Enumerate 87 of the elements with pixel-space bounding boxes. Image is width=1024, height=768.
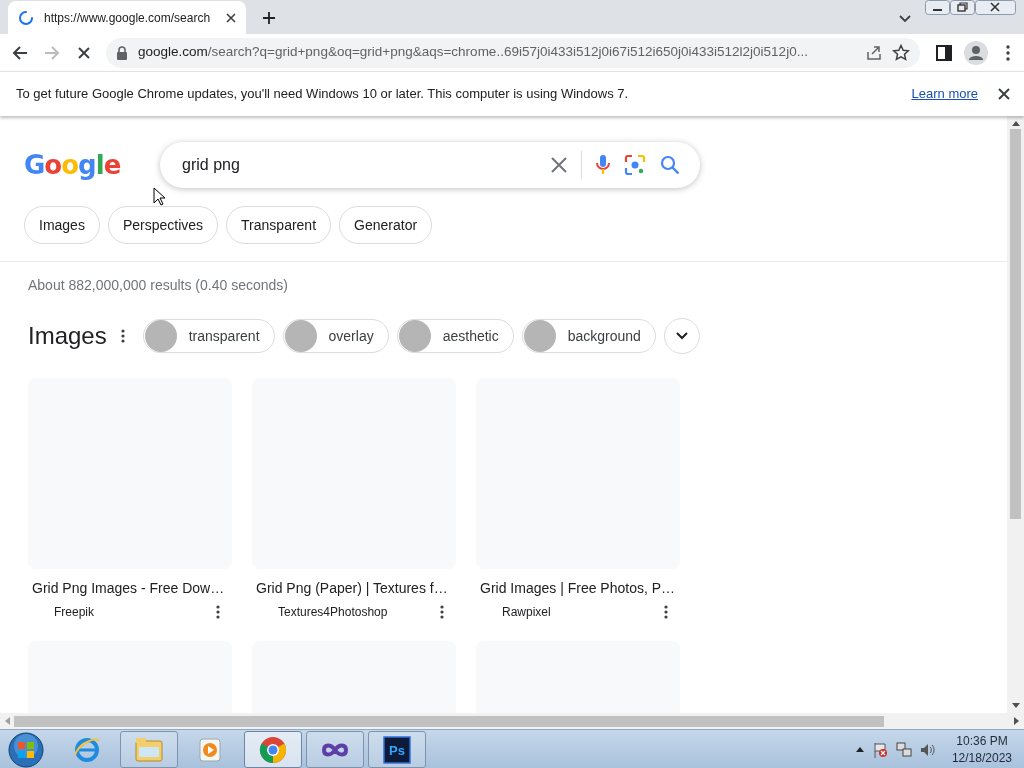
close-infobar-button[interactable]	[998, 88, 1010, 100]
new-tab-button[interactable]	[262, 11, 276, 25]
lock-icon	[116, 45, 128, 60]
camera-icon	[624, 154, 646, 176]
search-input[interactable]: grid png	[180, 152, 537, 178]
related-search-chip[interactable]: overlay	[282, 319, 389, 353]
taskbar-button[interactable]: Ps	[368, 731, 426, 768]
address-bar[interactable]: google.com/search?q=grid+png&oq=grid+png&aqs=chrome..69i57j0i433i512j0i67i512i650j0i433i512l2j0i512j0...	[106, 37, 920, 68]
chevron-down-icon	[675, 332, 688, 340]
result-stats: About 882,000,000 results (0.40 seconds)	[27, 276, 289, 295]
result-source: Rawpixel	[502, 604, 551, 621]
close-icon	[226, 12, 236, 23]
camera-search-button[interactable]	[624, 154, 646, 176]
star-icon	[892, 43, 910, 62]
clock-date: 12/18/2023	[951, 749, 1012, 766]
result-title[interactable]: Grid Png Images - Free Dow…	[32, 578, 228, 599]
flag-icon	[871, 741, 888, 758]
related-search-chip[interactable]: background	[521, 319, 656, 353]
side-panel-icon	[936, 44, 952, 61]
photoshop-icon: Ps	[382, 734, 412, 765]
close-icon	[551, 157, 567, 173]
learn-more-link[interactable]: Learn more	[911, 84, 978, 104]
close-tab-button[interactable]	[226, 12, 236, 23]
more-options-button[interactable]	[664, 605, 668, 619]
network-button[interactable]	[895, 741, 912, 758]
thumbnail-placeholder	[284, 320, 317, 352]
section-heading: Images	[28, 321, 107, 351]
expand-button[interactable]	[663, 318, 700, 354]
browser-tab[interactable]: https://www.google.com/search	[8, 1, 246, 34]
thumbnail-placeholder	[523, 320, 556, 352]
menu-button[interactable]	[1006, 44, 1010, 61]
show-hidden-icons-button[interactable]	[855, 747, 864, 752]
profile-button[interactable]	[964, 40, 988, 65]
thumbnail-placeholder	[398, 320, 431, 352]
kebab-icon	[440, 605, 444, 619]
network-icon	[895, 741, 912, 758]
plus-icon	[262, 11, 276, 25]
related-search-chip[interactable]: aesthetic	[396, 319, 514, 353]
filter-chip[interactable]: Transparent	[226, 206, 332, 244]
more-options-button[interactable]	[120, 329, 125, 343]
menu-icon	[1006, 44, 1010, 61]
thumbnail-placeholder	[144, 320, 177, 352]
google-logo[interactable]: Google	[24, 145, 160, 185]
person-icon	[964, 40, 988, 65]
more-options-button[interactable]	[216, 605, 220, 619]
result-title[interactable]: Grid Png (Paper) | Textures f…	[256, 578, 452, 599]
caret-up-icon	[855, 747, 864, 752]
url-text: google.com/search?q=grid+png&oq=grid+png&aqs=chrome..69i57j0i433i512j0i67i512i650j0i433i512l2j0i512j0...	[138, 43, 808, 62]
search-icon	[660, 155, 680, 175]
windows-logo-icon	[8, 731, 44, 768]
filter-chip[interactable]: Perspectives	[107, 206, 219, 244]
scroll-up-arrow-icon	[1011, 120, 1020, 126]
search-button[interactable]	[660, 155, 680, 175]
side-panel-button[interactable]	[936, 44, 952, 61]
scroll-right-arrow-icon	[1014, 717, 1020, 725]
chevron-down-icon	[899, 15, 911, 23]
restore-button[interactable]	[950, 0, 975, 15]
action-center-button[interactable]	[871, 741, 888, 758]
more-options-button[interactable]	[440, 605, 444, 619]
clock-time: 10:36 PM	[955, 733, 1009, 750]
related-search-chip[interactable]: transparent	[142, 319, 275, 353]
tab-search-button[interactable]	[899, 15, 911, 23]
chrome-icon	[258, 734, 288, 765]
filter-chip[interactable]: Generator	[339, 206, 433, 244]
voice-search-button[interactable]	[596, 154, 610, 176]
bookmark-button[interactable]	[892, 43, 910, 62]
taskbar-button[interactable]	[244, 731, 302, 768]
clear-button[interactable]	[551, 157, 567, 173]
result-title[interactable]: Grid Images | Free Photos, P…	[480, 578, 676, 599]
result-source: Freepik	[54, 604, 94, 621]
kebab-icon	[216, 605, 220, 619]
close-icon	[998, 88, 1010, 100]
result-source: Textures4Photoshop	[278, 604, 388, 621]
minimize-button[interactable]	[925, 0, 950, 15]
start-button[interactable]	[8, 731, 44, 768]
share-button[interactable]	[866, 44, 882, 61]
microphone-icon	[596, 154, 610, 176]
close-window-button[interactable]	[975, 0, 1016, 15]
kebab-icon	[664, 605, 668, 619]
share-icon	[866, 44, 882, 61]
taskbar-button[interactable]	[306, 731, 364, 768]
kebab-icon	[120, 329, 125, 343]
scroll-down-arrow-icon	[1011, 703, 1020, 709]
filter-chip[interactable]: Images	[24, 206, 100, 244]
mouse-pointer-icon	[153, 187, 166, 207]
info-message: To get future Google Chrome updates, you'll need Windows 10 or later. This computer is using Windows 7.	[16, 85, 630, 104]
scroll-left-arrow-icon	[4, 717, 10, 725]
